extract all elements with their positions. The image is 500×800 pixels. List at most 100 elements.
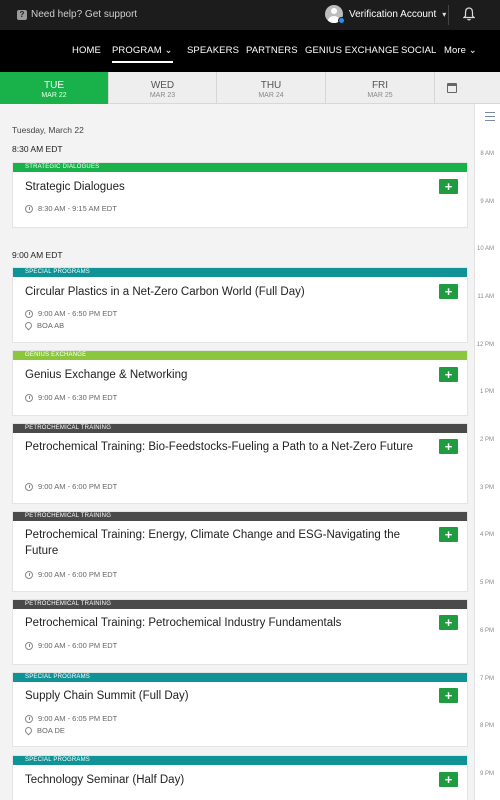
session-title[interactable]: Petrochemical Training: Bio-Feedstocks-F… bbox=[25, 439, 435, 455]
add-to-schedule-button[interactable]: + bbox=[439, 439, 458, 454]
top-bar: ? Need help? Get support Verification Ac… bbox=[0, 0, 500, 30]
session-time-text: 9:00 AM - 6:50 PM EDT bbox=[38, 309, 118, 318]
session-time-text: 8:30 AM - 9:15 AM EDT bbox=[38, 204, 117, 213]
nav-social[interactable]: SOCIAL bbox=[401, 45, 436, 56]
hour-label: 4 PM bbox=[479, 532, 494, 538]
session-title[interactable]: Supply Chain Summit (Full Day) bbox=[25, 688, 435, 704]
session-card[interactable]: GENIUS EXCHANGE Genius Exchange & Networ… bbox=[12, 350, 468, 416]
hour-label: 8 AM bbox=[480, 151, 494, 157]
clock-icon bbox=[25, 482, 33, 491]
help-link[interactable]: ? Need help? Get support bbox=[17, 9, 137, 20]
session-card[interactable]: SPECIAL PROGRAMS Supply Chain Summit (Fu… bbox=[12, 672, 468, 747]
chevron-down-icon: ▾ bbox=[442, 9, 447, 19]
add-to-schedule-button[interactable]: + bbox=[439, 688, 458, 703]
hour-label: 1 PM bbox=[479, 389, 494, 395]
tab-day: TUE bbox=[44, 80, 64, 91]
session-card[interactable]: STRATEGIC DIALOGUES Strategic Dialogues … bbox=[12, 162, 468, 228]
session-category: GENIUS EXCHANGE bbox=[13, 351, 467, 360]
tab-day: WED bbox=[150, 80, 175, 91]
time-gutter bbox=[474, 104, 500, 800]
session-category: PETROCHEMICAL TRAINING bbox=[13, 600, 467, 609]
session-location: BOA DE bbox=[23, 725, 65, 736]
nav-program-label: PROGRAM bbox=[112, 45, 162, 56]
hour-label: 5 PM bbox=[479, 580, 494, 586]
hour-label: 9 PM bbox=[479, 771, 494, 777]
time-group-heading: 9:00 AM EDT bbox=[12, 250, 63, 260]
clock-icon bbox=[25, 714, 33, 723]
hour-label: 11 AM bbox=[477, 294, 494, 300]
status-dot bbox=[338, 17, 345, 24]
add-to-schedule-button[interactable]: + bbox=[439, 179, 458, 194]
session-category: SPECIAL PROGRAMS bbox=[13, 673, 467, 682]
help-icon: ? bbox=[17, 9, 27, 20]
hour-label: 7 PM bbox=[479, 676, 494, 682]
session-category: STRATEGIC DIALOGUES bbox=[13, 163, 467, 172]
nav-speakers[interactable]: SPEAKERS bbox=[187, 45, 239, 56]
list-view-icon[interactable] bbox=[485, 112, 495, 121]
session-location: BOA AB bbox=[23, 320, 65, 331]
location-pin-icon bbox=[23, 320, 34, 331]
help-text: Need help? Get support bbox=[31, 9, 138, 20]
add-to-schedule-button[interactable]: + bbox=[439, 527, 458, 542]
time-group-heading: 8:30 AM EDT bbox=[12, 144, 63, 154]
session-title[interactable]: Strategic Dialogues bbox=[25, 179, 435, 195]
session-title[interactable]: Petrochemical Training: Energy, Climate … bbox=[25, 527, 435, 559]
clock-icon bbox=[25, 570, 33, 579]
session-time-text: 9:00 AM - 6:00 PM EDT bbox=[38, 570, 118, 579]
location-pin-icon bbox=[23, 725, 34, 736]
session-title[interactable]: Circular Plastics in a Net-Zero Carbon W… bbox=[25, 284, 435, 300]
session-title[interactable]: Genius Exchange & Networking bbox=[25, 367, 435, 383]
divider bbox=[448, 5, 449, 25]
tab-day: FRI bbox=[371, 80, 389, 91]
session-card[interactable]: SPECIAL PROGRAMS Technology Seminar (Hal… bbox=[12, 755, 468, 800]
nav-genius-exchange[interactable]: GENIUS EXCHANGE bbox=[305, 45, 399, 56]
session-title[interactable]: Technology Seminar (Half Day) bbox=[25, 772, 435, 788]
session-card[interactable]: SPECIAL PROGRAMS Circular Plastics in a … bbox=[12, 267, 468, 343]
tab-tue[interactable]: TUE MAR 22 bbox=[0, 72, 108, 104]
session-card[interactable]: PETROCHEMICAL TRAINING Petrochemical Tra… bbox=[12, 423, 468, 504]
calendar-button[interactable] bbox=[434, 72, 500, 104]
clock-icon bbox=[25, 393, 33, 402]
tab-thu[interactable]: THU MAR 24 bbox=[216, 72, 325, 104]
account-name: Verification Account bbox=[349, 8, 437, 20]
session-title[interactable]: Petrochemical Training: Petrochemical In… bbox=[25, 615, 435, 631]
tab-fri[interactable]: FRI MAR 25 bbox=[325, 72, 434, 104]
tab-date: MAR 24 bbox=[258, 92, 284, 99]
session-time-text: 9:00 AM - 6:00 PM EDT bbox=[38, 641, 118, 650]
nav-more[interactable]: More ⌄ bbox=[444, 45, 477, 56]
main-nav: HOME PROGRAM ⌄ SPEAKERS PARTNERS GENIUS … bbox=[0, 30, 500, 72]
session-time: 9:00 AM - 6:00 PM EDT bbox=[25, 641, 117, 650]
nav-home[interactable]: HOME bbox=[72, 45, 101, 56]
session-category: PETROCHEMICAL TRAINING bbox=[13, 424, 467, 433]
day-tabs: TUE MAR 22 WED MAR 23 THU MAR 24 FRI MAR… bbox=[0, 72, 500, 104]
session-time-text: 9:00 AM - 6:30 PM EDT bbox=[38, 393, 118, 402]
nav-partners[interactable]: PARTNERS bbox=[246, 45, 298, 56]
add-to-schedule-button[interactable]: + bbox=[439, 615, 458, 630]
session-time-text: 9:00 AM - 6:05 PM EDT bbox=[38, 714, 118, 723]
add-to-schedule-button[interactable]: + bbox=[439, 284, 458, 299]
hour-label: 2 PM bbox=[479, 437, 494, 443]
session-category: SPECIAL PROGRAMS bbox=[13, 756, 467, 765]
session-card[interactable]: PETROCHEMICAL TRAINING Petrochemical Tra… bbox=[12, 599, 468, 665]
bell-icon[interactable] bbox=[463, 7, 475, 21]
session-card[interactable]: PETROCHEMICAL TRAINING Petrochemical Tra… bbox=[12, 511, 468, 592]
add-to-schedule-button[interactable]: + bbox=[439, 367, 458, 382]
chevron-down-icon: ⌄ bbox=[468, 45, 477, 56]
session-time-text: 9:00 AM - 6:00 PM EDT bbox=[38, 482, 118, 491]
chevron-down-icon: ⌄ bbox=[164, 45, 173, 56]
hour-label: 12 PM bbox=[476, 342, 494, 348]
tab-wed[interactable]: WED MAR 23 bbox=[108, 72, 216, 104]
tab-date: MAR 25 bbox=[367, 92, 393, 99]
nav-more-label: More bbox=[444, 45, 467, 56]
session-time: 9:00 AM - 6:30 PM EDT bbox=[25, 393, 117, 402]
session-category: PETROCHEMICAL TRAINING bbox=[13, 512, 467, 521]
date-heading: Tuesday, March 22 bbox=[12, 125, 84, 135]
session-location-text: BOA AB bbox=[37, 321, 65, 330]
session-location-text: BOA DE bbox=[37, 726, 65, 735]
add-to-schedule-button[interactable]: + bbox=[439, 772, 458, 787]
calendar-icon bbox=[447, 83, 457, 93]
hour-label: 8 PM bbox=[479, 723, 494, 729]
nav-program[interactable]: PROGRAM ⌄ bbox=[112, 45, 173, 63]
session-time: 9:00 AM - 6:00 PM EDT bbox=[25, 482, 117, 491]
session-time: 9:00 AM - 6:50 PM EDT bbox=[25, 309, 117, 318]
